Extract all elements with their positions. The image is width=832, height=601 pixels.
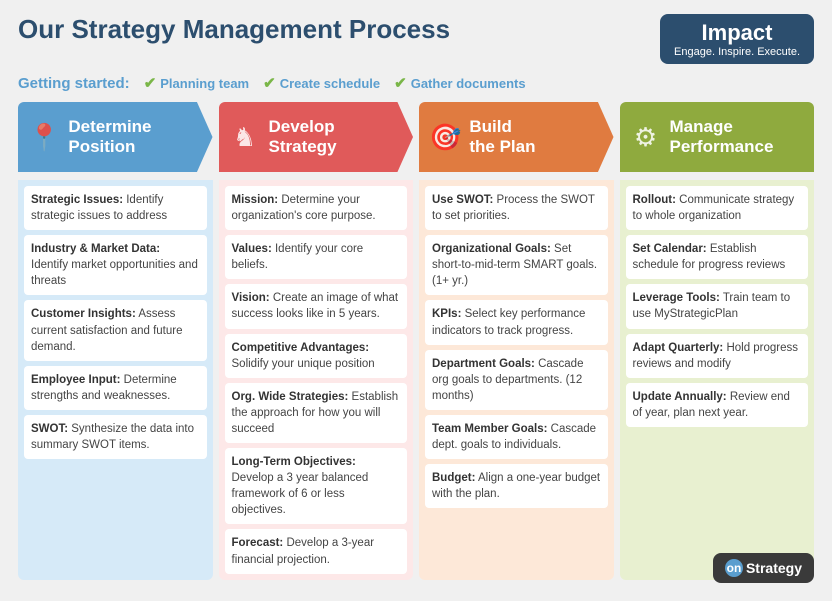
item-bold: Industry & Market Data:	[31, 243, 160, 255]
item-text: Develop a 3 year balanced framework of 6…	[232, 472, 369, 516]
item-bold: SWOT:	[31, 423, 68, 435]
list-item: Long-Term Objectives: Develop a 3 year b…	[225, 448, 408, 524]
item-bold: Mission:	[232, 194, 279, 206]
getting-started-bar: Getting started: ✔ Planning team ✔ Creat…	[18, 74, 814, 92]
content-area: Strategic Issues: Identify strategic iss…	[18, 180, 814, 580]
item-bold: KPIs:	[432, 308, 461, 320]
determine-icon: 📍	[28, 122, 60, 153]
check-icon-1: ✔	[144, 74, 157, 92]
col-header-manage: ⚙ ManagePerformance	[620, 102, 815, 172]
item-bold: Org. Wide Strategies:	[232, 391, 349, 403]
page-title: Our Strategy Management Process	[18, 14, 450, 45]
col-header-build-title: Buildthe Plan	[469, 117, 535, 158]
col-header-develop: ♞ DevelopStrategy	[219, 102, 414, 172]
col-header-develop-title: DevelopStrategy	[269, 117, 337, 158]
col-header-determine-title: DeterminePosition	[68, 117, 151, 158]
item-bold: Vision:	[232, 292, 270, 304]
brand-impact: Impact	[674, 20, 800, 46]
item-bold: Customer Insights:	[31, 308, 136, 320]
list-item: Customer Insights: Assess current satisf…	[24, 300, 207, 360]
header: Our Strategy Management Process Impact E…	[18, 14, 814, 64]
list-item: Employee Input: Determine strengths and …	[24, 366, 207, 410]
gs-item-2: ✔ Create schedule	[263, 74, 380, 92]
list-item: Use SWOT: Process the SWOT to set priori…	[425, 186, 608, 230]
item-bold: Set Calendar:	[633, 243, 707, 255]
manage-icon: ⚙	[630, 122, 662, 153]
item-bold: Use SWOT:	[432, 194, 493, 206]
brand-tagline: Engage. Inspire. Execute.	[674, 46, 800, 58]
gs-item-1: ✔ Planning team	[144, 74, 249, 92]
gs-text-2: Create schedule	[280, 76, 380, 91]
item-bold: Team Member Goals:	[432, 423, 547, 435]
list-item: Set Calendar: Establish schedule for pro…	[626, 235, 809, 279]
item-bold: Forecast:	[232, 537, 284, 549]
gs-item-3: ✔ Gather documents	[394, 74, 525, 92]
list-item: Leverage Tools: Train team to use MyStra…	[626, 284, 809, 328]
main-container: Our Strategy Management Process Impact E…	[0, 0, 832, 601]
column-manage: Rollout: Communicate strategy to whole o…	[620, 180, 815, 580]
list-item: KPIs: Select key performance indicators …	[425, 300, 608, 344]
list-item: Forecast: Develop a 3-year financial pro…	[225, 529, 408, 573]
check-icon-2: ✔	[263, 74, 276, 92]
getting-started-label: Getting started:	[18, 75, 130, 92]
item-bold: Budget:	[432, 472, 475, 484]
gs-text-3: Gather documents	[411, 76, 526, 91]
gs-text-1: Planning team	[160, 76, 249, 91]
onstrategy-logo: on Strategy	[713, 553, 814, 583]
item-bold: Update Annually:	[633, 391, 727, 403]
item-text: Solidify your unique position	[232, 358, 375, 370]
column-build: Use SWOT: Process the SWOT to set priori…	[419, 180, 614, 580]
list-item: Rollout: Communicate strategy to whole o…	[626, 186, 809, 230]
list-item: Values: Identify your core beliefs.	[225, 235, 408, 279]
item-bold: Employee Input:	[31, 374, 120, 386]
on-icon: on	[725, 559, 743, 577]
item-bold: Leverage Tools:	[633, 292, 720, 304]
list-item: Team Member Goals: Cascade dept. goals t…	[425, 415, 608, 459]
list-item: Competitive Advantages: Solidify your un…	[225, 334, 408, 378]
list-item: Strategic Issues: Identify strategic iss…	[24, 186, 207, 230]
item-bold: Strategic Issues:	[31, 194, 123, 206]
item-bold: Organizational Goals:	[432, 243, 551, 255]
column-develop: Mission: Determine your organization's c…	[219, 180, 414, 580]
col-header-build: 🎯 Buildthe Plan	[419, 102, 614, 172]
column-determine: Strategic Issues: Identify strategic iss…	[18, 180, 213, 580]
item-bold: Values:	[232, 243, 272, 255]
strategy-text: Strategy	[746, 560, 802, 576]
item-bold: Rollout:	[633, 194, 676, 206]
list-item: Org. Wide Strategies: Establish the appr…	[225, 383, 408, 443]
list-item: SWOT: Synthesize the data into summary S…	[24, 415, 207, 459]
col-header-determine: 📍 DeterminePosition	[18, 102, 213, 172]
list-item: Organizational Goals: Set short-to-mid-t…	[425, 235, 608, 295]
list-item: Vision: Create an image of what success …	[225, 284, 408, 328]
list-item: Department Goals: Cascade org goals to d…	[425, 350, 608, 410]
item-bold: Long-Term Objectives:	[232, 456, 356, 468]
list-item: Budget: Align a one-year budget with the…	[425, 464, 608, 508]
list-item: Industry & Market Data: Identify market …	[24, 235, 207, 295]
develop-icon: ♞	[229, 122, 261, 153]
item-bold: Competitive Advantages:	[232, 342, 370, 354]
item-bold: Adapt Quarterly:	[633, 342, 724, 354]
brand-box: Impact Engage. Inspire. Execute.	[660, 14, 814, 64]
list-item: Adapt Quarterly: Hold progress reviews a…	[626, 334, 809, 378]
col-header-manage-title: ManagePerformance	[670, 117, 774, 158]
list-item: Mission: Determine your organization's c…	[225, 186, 408, 230]
check-icon-3: ✔	[394, 74, 407, 92]
item-bold: Department Goals:	[432, 358, 535, 370]
list-item: Update Annually: Review end of year, pla…	[626, 383, 809, 427]
column-headers: 📍 DeterminePosition ♞ DevelopStrategy 🎯 …	[18, 102, 814, 172]
item-text: Identify market opportunities and threat…	[31, 259, 198, 287]
build-icon: 🎯	[429, 122, 461, 153]
